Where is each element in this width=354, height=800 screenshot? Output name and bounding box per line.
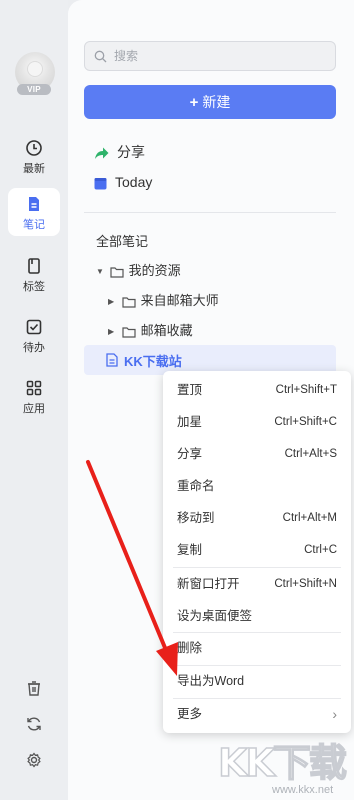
annotation-arrow-icon [86,460,178,676]
watermark-url: www.kkx.net [272,784,334,796]
watermark-logo: KK下载 www.kkx.net [217,732,354,800]
watermark-text: KK下载 [217,740,347,786]
